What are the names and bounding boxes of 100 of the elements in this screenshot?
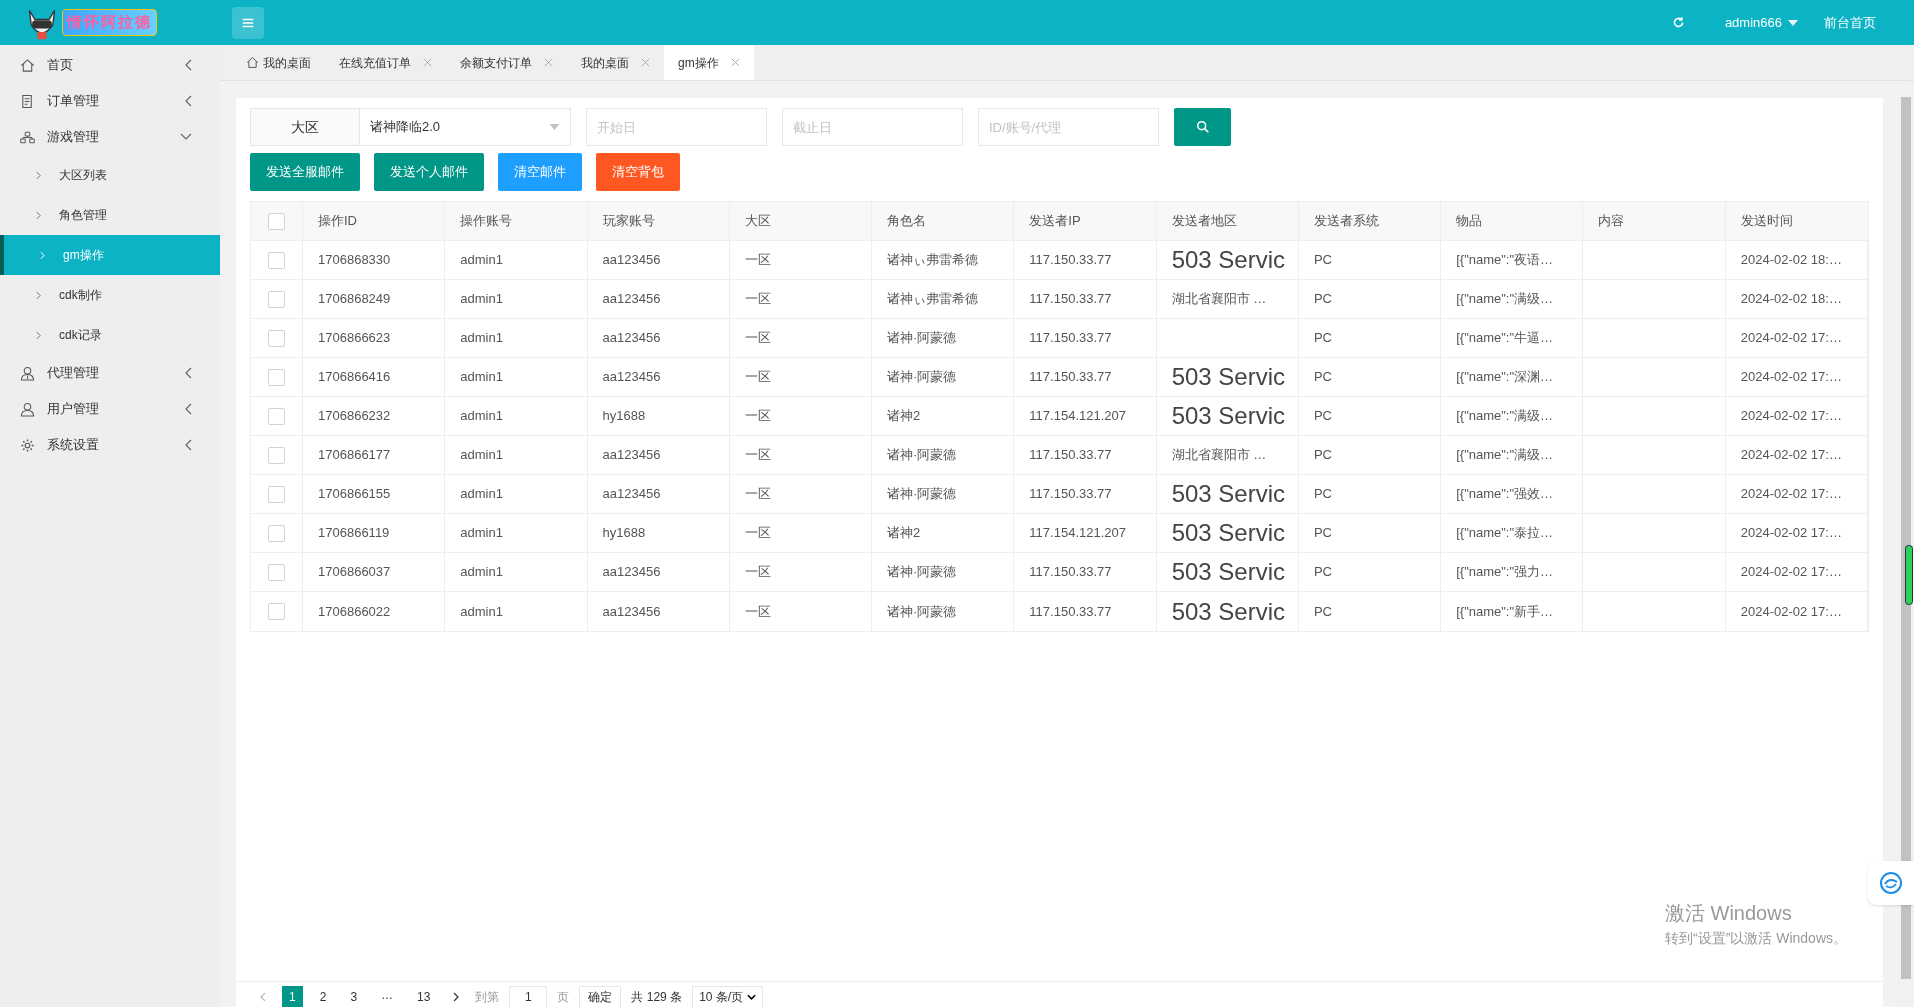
close-icon[interactable] (641, 58, 650, 67)
table-cell-text: [{"name":"强力… (1456, 563, 1554, 582)
table-cell-text: 1706866623 (318, 329, 391, 348)
sidebar-item[interactable]: 游戏管理 (0, 119, 220, 155)
floating-widget[interactable] (1868, 861, 1914, 905)
tab[interactable]: 余额支付订单 (446, 45, 567, 80)
previous-icon[interactable] (260, 991, 266, 1002)
next-icon[interactable] (453, 991, 460, 1002)
refresh-icon[interactable] (1671, 16, 1685, 29)
sidebar-subitem[interactable]: cdk制作 (0, 275, 220, 315)
table-cell-text: 117.150.33.77 (1029, 368, 1112, 387)
sidebar-subitem[interactable]: cdk记录 (0, 315, 220, 355)
close-icon[interactable] (544, 58, 553, 67)
table-cell-text: 1706866119 (318, 524, 390, 543)
action-button[interactable]: 发送全服邮件 (250, 153, 360, 191)
table-cell-text: 1706866416 (318, 368, 391, 387)
menu-button[interactable] (232, 6, 264, 39)
chevron-right-icon (36, 210, 41, 220)
table-cell-text: aa123456 (602, 368, 661, 387)
sidebar-item[interactable]: 系统设置 (0, 427, 220, 463)
table-cell-text: 1706866155 (318, 485, 391, 504)
page-unit: 页 (557, 988, 570, 1006)
table-cell-text: 117.150.33.77 (1029, 329, 1112, 348)
ellipsis-text: … (380, 986, 395, 1004)
tab[interactable]: 我的桌面 (567, 45, 664, 80)
action-button[interactable]: 发送个人邮件 (374, 153, 484, 191)
table-cell-text: 一区 (744, 407, 771, 426)
page-button[interactable]: 13 (410, 985, 438, 1007)
table-cell-text: 2024-02-02 17:… (1740, 368, 1842, 387)
table-cell-text: 1706866232 (318, 407, 391, 426)
error-text: 503 Servic (1171, 482, 1285, 506)
table-cell-text: PC (1313, 251, 1332, 270)
sidebar-subitem[interactable]: 角色管理 (0, 195, 220, 235)
checkbox[interactable] (268, 603, 285, 620)
search-field[interactable]: ID/账号/代理 (978, 108, 1159, 146)
table-cell-text: admin1 (460, 329, 503, 348)
checkbox[interactable] (268, 446, 285, 464)
close-icon[interactable] (423, 58, 432, 67)
table-cell-text: PC (1313, 524, 1332, 543)
page-button[interactable]: 1 (282, 985, 303, 1007)
assistant-icon[interactable] (1879, 871, 1903, 895)
checkbox[interactable] (268, 563, 285, 581)
sidebar-subitem[interactable]: 大区列表 (0, 155, 220, 195)
search-button[interactable] (1174, 108, 1231, 146)
sidebar-item[interactable]: 订单管理 (0, 83, 220, 119)
column-header: 发送者系统 (1313, 212, 1379, 231)
start-date-field[interactable]: 开始日 (586, 108, 767, 146)
close-icon[interactable] (730, 58, 740, 67)
chevron-left-icon (184, 95, 192, 107)
sidebar-item[interactable]: 代理管理 (0, 355, 220, 391)
table-cell-text: admin1 (460, 290, 503, 309)
table-cell-text: PC (1313, 485, 1332, 504)
table-cell-text: 诸神·阿蒙德 (887, 446, 957, 465)
tab[interactable]: 在线充值订单 (325, 45, 446, 80)
total-count: 共 129 条 (631, 988, 683, 1006)
scroll-thumb-icon[interactable] (1905, 545, 1913, 605)
table-cell-text: PC (1313, 290, 1332, 309)
sidebar-item[interactable]: 首页 (0, 47, 220, 83)
checkbox[interactable] (268, 407, 285, 425)
checkbox[interactable] (268, 524, 285, 542)
checkbox[interactable] (268, 368, 285, 386)
checkbox[interactable] (268, 485, 285, 503)
table-cell-text: 一区 (744, 602, 771, 621)
column-header: 发送者IP (1029, 212, 1081, 231)
zone-select[interactable]: 诸神降临2.0 (360, 108, 571, 146)
page-size-select[interactable]: 10 条/页 (692, 985, 764, 1007)
checkbox[interactable] (268, 329, 285, 347)
table-cell-text: 诸神ぃ弗雷希德 (887, 251, 979, 270)
checkbox[interactable] (268, 251, 285, 269)
sidebar-item[interactable]: 用户管理 (0, 391, 220, 427)
table-cell-text: 诸神·阿蒙德 (887, 602, 957, 621)
page-input[interactable]: 1 (509, 985, 548, 1007)
table-cell-text: [{"name":"新手… (1456, 602, 1554, 621)
table-cell-text: [{"name":"满级… (1456, 407, 1554, 426)
table-cell-text: aa123456 (602, 563, 661, 582)
field-label: 大区 (250, 108, 360, 146)
table-cell-text: admin1 (460, 485, 503, 504)
tab[interactable]: gm操作 (664, 45, 754, 80)
chevron-right-icon (36, 290, 41, 300)
tab[interactable]: 我的桌面 (232, 45, 325, 80)
checkbox[interactable] (268, 290, 285, 308)
home-icon (246, 56, 259, 69)
table-cell-text: 2024-02-02 18:… (1740, 251, 1842, 270)
activation-title: 激活 Windows (1665, 901, 1793, 926)
table-cell-text: admin1 (460, 563, 503, 582)
table-cell-text: aa123456 (602, 329, 661, 348)
table-cell-text: 诸神2 (887, 407, 921, 426)
table-cell-text: 诸神2 (887, 524, 921, 543)
table-cell-text: 诸神·阿蒙德 (887, 485, 957, 504)
column-header: 玩家账号 (602, 212, 655, 231)
confirm-button[interactable]: 确定 (579, 985, 622, 1007)
table-cell-text: 2024-02-02 17:… (1740, 407, 1842, 426)
page-button[interactable]: 3 (343, 985, 365, 1007)
chevron-left-icon (184, 439, 192, 451)
caret-icon (549, 124, 560, 130)
checkbox[interactable] (268, 212, 285, 230)
gear-icon (20, 437, 35, 453)
table-cell-text: 一区 (744, 290, 771, 309)
page-button[interactable]: 2 (312, 985, 334, 1007)
table-cell-text: 诸神·阿蒙德 (887, 563, 957, 582)
